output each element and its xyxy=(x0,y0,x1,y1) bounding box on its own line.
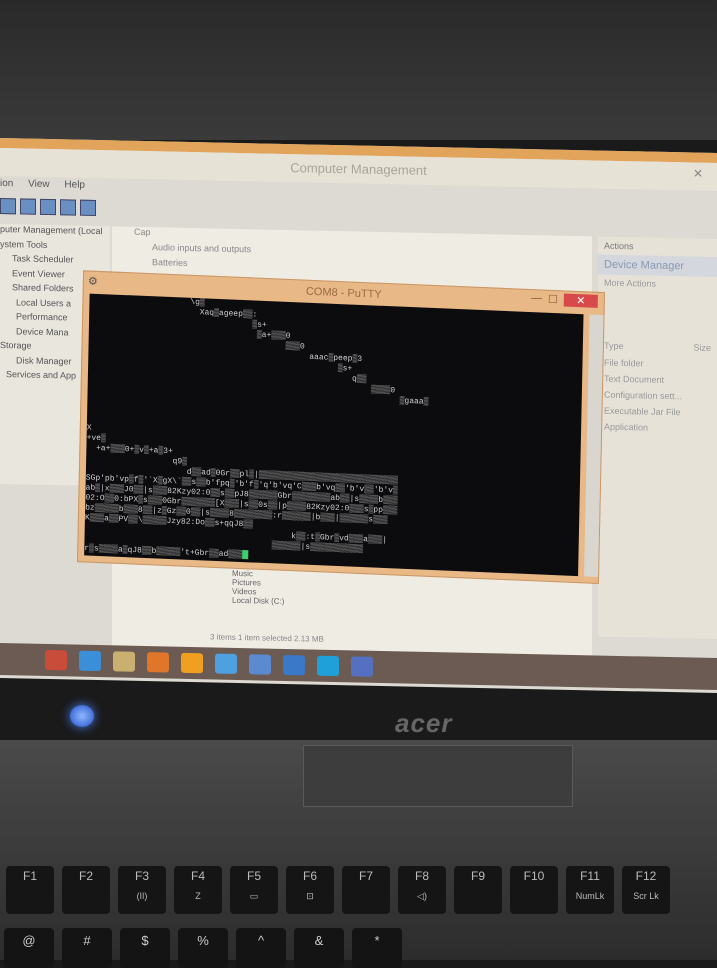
action-device-manager[interactable]: Device Manager xyxy=(598,255,717,277)
folder-icon[interactable] xyxy=(283,655,305,675)
explorer-icon[interactable] xyxy=(113,651,135,671)
key-f3[interactable]: F3(ǀǀ) xyxy=(118,866,166,914)
key-sublabel: ◁) xyxy=(398,886,446,906)
terminal-line: X xyxy=(87,423,92,432)
putty-icon[interactable]: ⚙ xyxy=(88,275,98,288)
key-symbol[interactable]: * xyxy=(352,928,402,968)
maximize-icon[interactable]: ☐ xyxy=(548,293,558,306)
key-symbol[interactable]: % xyxy=(178,928,228,968)
key-sublabel: ▭ xyxy=(230,886,278,906)
up-icon[interactable] xyxy=(20,198,36,214)
help-icon[interactable] xyxy=(60,199,76,215)
close-icon[interactable]: ✕ xyxy=(564,293,598,307)
key-symbol[interactable]: # xyxy=(62,928,112,968)
function-key-row: F1F2F3(ǀǀ)F4ZF5▭F6⊡F7F8◁)F9F10F11NumLkF1… xyxy=(0,866,717,914)
firefox-icon[interactable] xyxy=(181,653,203,673)
terminal-text: \g▒ Xaq▒ageep▒▒: ▒s+ ▒a+▒▒▒0 ▒▒▒0 xyxy=(84,294,583,575)
key-symbol[interactable]: & xyxy=(294,928,344,968)
taskbar xyxy=(0,643,717,690)
key-f8[interactable]: F8◁) xyxy=(398,866,446,914)
column-type[interactable]: Type xyxy=(604,341,624,351)
close-icon[interactable]: ✕ xyxy=(693,167,703,181)
skype-icon[interactable] xyxy=(317,656,339,676)
key-f11[interactable]: F11NumLk xyxy=(566,866,614,914)
chrome-icon[interactable] xyxy=(215,654,237,674)
start-icon[interactable] xyxy=(45,650,67,670)
laptop-screen: Computer Management ✕ ion View Help pute… xyxy=(0,138,717,693)
key-sublabel: Z xyxy=(174,886,222,906)
key-f2[interactable]: F2 xyxy=(62,866,110,914)
terminal-output[interactable]: \g▒ Xaq▒ageep▒▒: ▒s+ ▒a+▒▒▒0 ▒▒▒0 xyxy=(84,294,583,577)
column-size[interactable]: Size xyxy=(693,343,711,353)
column-headers: Type Size xyxy=(598,291,717,357)
key-sublabel: ⊡ xyxy=(286,886,334,906)
key-symbol[interactable]: $ xyxy=(120,928,170,968)
back-icon[interactable] xyxy=(0,198,16,214)
touchpad[interactable] xyxy=(303,745,573,807)
network-icon[interactable] xyxy=(249,654,271,674)
key-f12[interactable]: F12Scr Lk xyxy=(622,866,670,914)
brand-logo: acer xyxy=(395,708,453,739)
key-f5[interactable]: F5▭ xyxy=(230,866,278,914)
key-f9[interactable]: F9 xyxy=(454,866,502,914)
key-sublabel: (ǀǀ) xyxy=(118,886,166,906)
number-key-row: @#$%^&* xyxy=(0,928,402,968)
menu-help[interactable]: Help xyxy=(64,179,85,190)
key-symbol[interactable]: ^ xyxy=(236,928,286,968)
key-symbol[interactable]: @ xyxy=(4,928,54,968)
key-f1[interactable]: F1 xyxy=(6,866,54,914)
monitor-top-bezel xyxy=(0,0,717,140)
key-f10[interactable]: F10 xyxy=(510,866,558,914)
key-f6[interactable]: F6⊡ xyxy=(286,866,334,914)
device-icon[interactable] xyxy=(80,200,96,216)
key-f4[interactable]: F4Z xyxy=(174,866,222,914)
menu-action[interactable]: ion xyxy=(0,178,13,189)
key-sublabel: Scr Lk xyxy=(622,886,670,906)
paint-icon[interactable] xyxy=(351,656,373,676)
minimize-icon[interactable]: — xyxy=(531,292,542,305)
key-f7[interactable]: F7 xyxy=(342,866,390,914)
terminal-line: +ve▒ xyxy=(87,433,106,443)
toolbar xyxy=(0,198,96,222)
menu-view[interactable]: View xyxy=(28,179,50,190)
explorer-items: Music Pictures Videos Local Disk (C:) xyxy=(232,569,284,606)
windows-button-icon[interactable] xyxy=(70,705,94,727)
putty-window[interactable]: COM8 - PuTTY ⚙ — ☐ ✕ \g▒ Xaq▒ageep▒▒: ▒s… xyxy=(77,270,605,584)
key-sublabel: NumLk xyxy=(566,886,614,906)
ie-icon[interactable] xyxy=(79,651,101,671)
actions-pane: Actions Device Manager More Actions Type… xyxy=(598,237,717,639)
list-item: Application xyxy=(598,419,717,437)
properties-icon[interactable] xyxy=(40,199,56,215)
list-item[interactable]: Local Disk (C:) xyxy=(232,596,284,606)
media-icon[interactable] xyxy=(147,652,169,672)
terminal-cursor xyxy=(243,550,249,559)
window-controls: — ☐ ✕ xyxy=(531,292,598,308)
menu-bar: ion View Help xyxy=(0,178,97,198)
